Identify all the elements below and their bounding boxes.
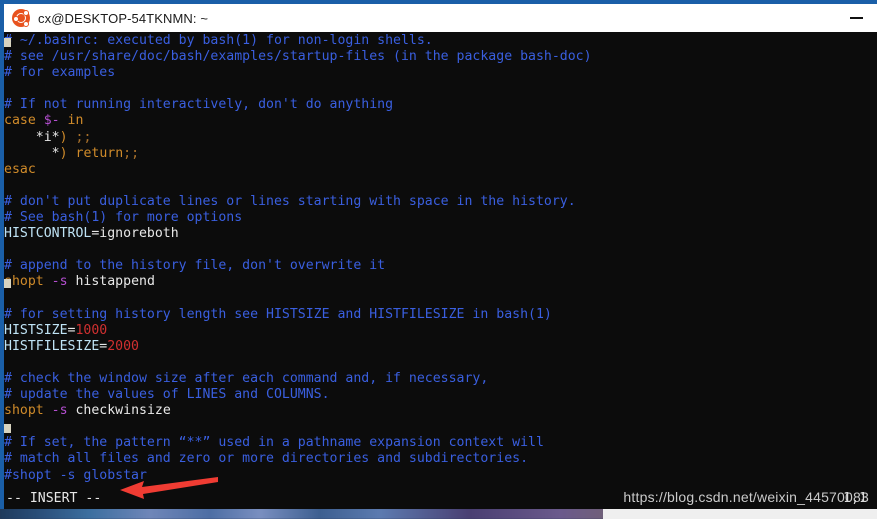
vim-mode-indicator: -- INSERT -- bbox=[6, 491, 102, 506]
gutter-mark bbox=[4, 424, 11, 433]
code-span: # update the values of LINES and COLUMNS… bbox=[4, 387, 330, 403]
code-line: # If set, the pattern “**” used in a pat… bbox=[4, 435, 877, 451]
code-span: # See bash(1) for more options bbox=[4, 210, 243, 226]
code-span: -s bbox=[51, 403, 68, 419]
code-span bbox=[68, 146, 76, 161]
code-span: HISTCONTROL bbox=[4, 226, 92, 242]
code-span: # see /usr/share/doc/bash/examples/start… bbox=[4, 49, 592, 65]
code-line: *i*) ;; bbox=[4, 130, 877, 146]
code-span: ;; bbox=[75, 129, 92, 145]
code-line: # for setting history length see HISTSIZ… bbox=[4, 307, 877, 323]
code-span: in bbox=[59, 113, 84, 129]
code-line: HISTSIZE=1000 bbox=[4, 323, 877, 339]
ubuntu-logo-icon bbox=[12, 9, 30, 27]
code-line: # If not running interactively, don't do… bbox=[4, 97, 877, 113]
code-span: 2000 bbox=[107, 338, 139, 354]
code-line: HISTFILESIZE=2000 bbox=[4, 339, 877, 355]
code-span: HISTFILESIZE bbox=[4, 338, 100, 354]
code-line: # don't put duplicate lines or lines sta… bbox=[4, 194, 877, 210]
gutter-mark bbox=[4, 38, 11, 47]
gutter-mark bbox=[4, 279, 11, 288]
code-span: # for setting history length see HISTSIZ… bbox=[4, 306, 552, 322]
code-line: # See bash(1) for more options bbox=[4, 210, 877, 226]
code-span: * bbox=[51, 145, 60, 161]
code-line: HISTCONTROL=ignoreboth bbox=[4, 226, 877, 242]
code-span: =ignoreboth bbox=[91, 226, 179, 242]
code-line: esac bbox=[4, 162, 877, 178]
code-line: #shopt -s globstar bbox=[4, 468, 877, 484]
vim-buffer[interactable]: # ~/.bashrc: executed by bash(1) for non… bbox=[4, 33, 877, 484]
code-span bbox=[44, 274, 52, 289]
code-span bbox=[4, 130, 36, 145]
code-span: # match all files and zero or more direc… bbox=[4, 451, 529, 467]
code-line: # ~/.bashrc: executed by bash(1) for non… bbox=[4, 33, 877, 49]
code-span: checkwinsize bbox=[67, 403, 171, 419]
terminal-content[interactable]: # ~/.bashrc: executed by bash(1) for non… bbox=[4, 32, 877, 509]
code-line: *) return;; bbox=[4, 146, 877, 162]
titlebar[interactable]: cx@DESKTOP-54TKNMN: ~ bbox=[4, 4, 877, 33]
code-span: $- bbox=[43, 113, 60, 129]
code-line: # see /usr/share/doc/bash/examples/start… bbox=[4, 49, 877, 65]
code-line: # append to the history file, don't over… bbox=[4, 258, 877, 274]
csdn-watermark: https://blog.csdn.net/weixin_44570083 bbox=[623, 489, 869, 505]
code-line: shopt -s checkwinsize bbox=[4, 403, 877, 419]
code-span: return bbox=[75, 145, 124, 161]
terminal-window: cx@DESKTOP-54TKNMN: ~ # ~/.bashrc: execu… bbox=[0, 0, 877, 509]
code-span: # check the window size after each comma… bbox=[4, 370, 489, 386]
screen: cx@DESKTOP-54TKNMN: ~ # ~/.bashrc: execu… bbox=[0, 0, 877, 519]
code-line: case $- in bbox=[4, 113, 877, 129]
code-span: # ~/.bashrc: executed by bash(1) for non… bbox=[4, 33, 433, 48]
code-span: shopt bbox=[4, 403, 44, 419]
code-span: *i* bbox=[35, 129, 60, 145]
code-span: # for examples bbox=[4, 65, 116, 81]
code-span: #shopt -s globstar bbox=[4, 467, 147, 483]
code-span: ) bbox=[59, 145, 68, 161]
code-span: ;; bbox=[123, 145, 140, 161]
code-span: # append to the history file, don't over… bbox=[4, 258, 386, 274]
code-line: # match all files and zero or more direc… bbox=[4, 451, 877, 467]
code-line: # check the window size after each comma… bbox=[4, 371, 877, 387]
code-line: shopt -s histappend bbox=[4, 274, 877, 290]
code-span: -s bbox=[51, 274, 68, 290]
code-span: histappend bbox=[67, 274, 155, 290]
code-span: case bbox=[4, 113, 44, 129]
code-span: # If not running interactively, don't do… bbox=[4, 97, 394, 113]
code-span bbox=[4, 146, 52, 161]
code-span bbox=[68, 130, 76, 145]
code-line: # update the values of LINES and COLUMNS… bbox=[4, 387, 877, 403]
window-title: cx@DESKTOP-54TKNMN: ~ bbox=[38, 10, 209, 26]
code-span: # If set, the pattern “**” used in a pat… bbox=[4, 435, 544, 451]
code-line: # for examples bbox=[4, 65, 877, 81]
code-span: ) bbox=[59, 129, 68, 145]
code-span: HISTSIZE bbox=[4, 322, 68, 338]
code-span bbox=[44, 403, 52, 418]
code-span: 1000 bbox=[75, 322, 108, 338]
minimize-icon bbox=[849, 17, 863, 19]
minimize-button[interactable] bbox=[835, 4, 877, 32]
code-span: esac bbox=[4, 161, 36, 177]
code-span: # don't put duplicate lines or lines sta… bbox=[4, 193, 576, 209]
